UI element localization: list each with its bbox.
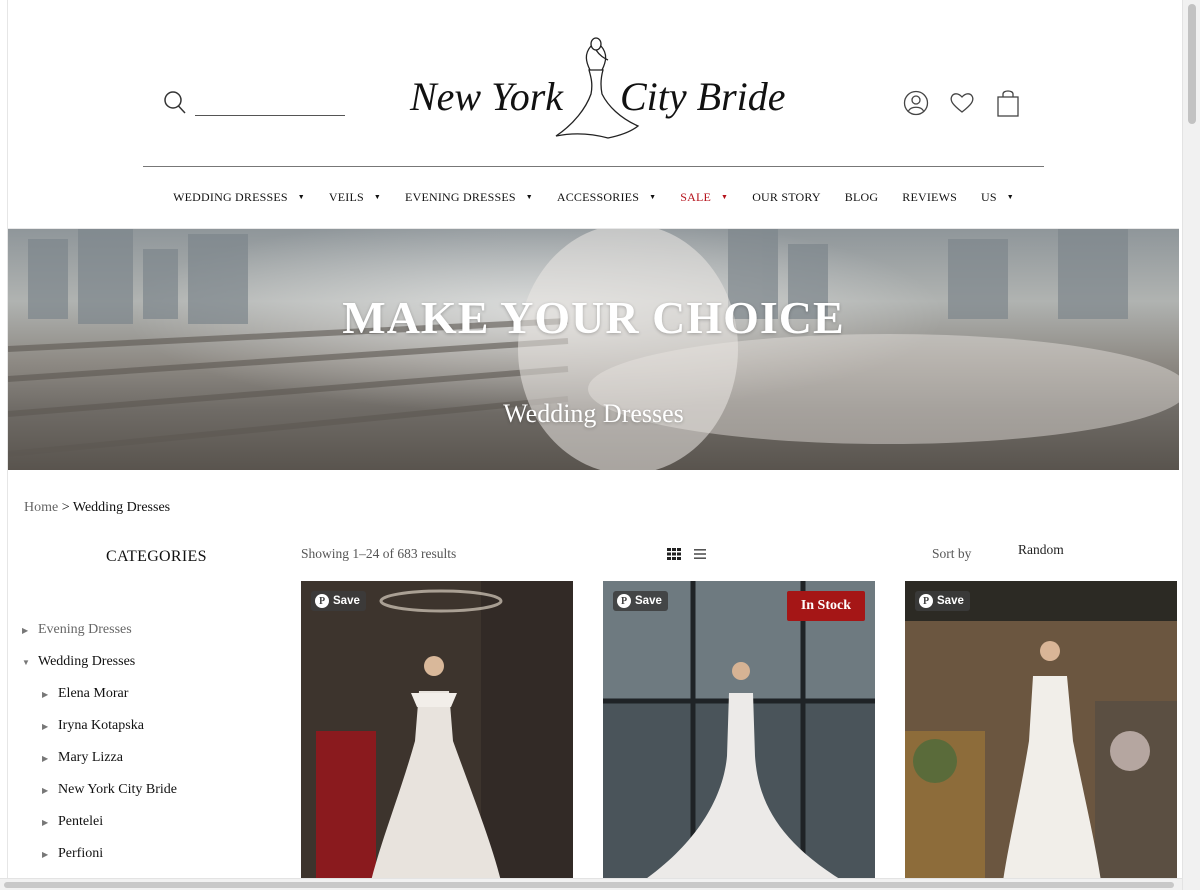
pinterest-save-button[interactable]: P Save (915, 591, 970, 611)
search-bar (163, 88, 345, 116)
caret-down-icon: ▼ (721, 193, 729, 201)
breadcrumb-home-link[interactable]: Home (24, 500, 58, 515)
nav-blog[interactable]: BLOG (833, 188, 890, 206)
caret-right-icon[interactable]: ▶ (42, 690, 52, 699)
page: New York City Bride WEDDING DRESSES ▼ VE… (7, 0, 1179, 890)
svg-text:New York: New York (409, 74, 564, 119)
nav-accessories[interactable]: ACCESSORIES ▼ (545, 188, 668, 206)
breadcrumb-current: Wedding Dresses (72, 500, 171, 515)
wishlist-heart-icon[interactable] (949, 88, 975, 118)
nav-our-story[interactable]: OUR STORY (740, 188, 833, 206)
search-input[interactable] (195, 94, 345, 116)
pinterest-icon: P (315, 594, 329, 608)
caret-down-icon[interactable]: ▼ (22, 658, 32, 667)
category-iryna-kotapska[interactable]: ▶ Iryna Kotapska (22, 710, 272, 742)
horizontal-scrollbar[interactable] (0, 878, 1182, 890)
caret-down-icon: ▼ (525, 193, 533, 201)
caret-right-icon[interactable]: ▶ (42, 722, 52, 731)
product-image (301, 581, 573, 881)
hero-background-image (8, 229, 1179, 470)
scrollbar-thumb[interactable] (1188, 4, 1196, 124)
category-wedding-dresses[interactable]: ▼ Wedding Dresses (22, 646, 272, 678)
pinterest-icon: P (919, 594, 933, 608)
category-perfioni[interactable]: ▶ Perfioni (22, 838, 272, 870)
nav-evening-dresses[interactable]: EVENING DRESSES ▼ (393, 188, 545, 206)
product-card[interactable]: P Save (301, 581, 573, 881)
category-list: ▶ Evening Dresses ▼ Wedding Dresses ▶ Elena… (22, 614, 272, 870)
nav-wedding-dresses[interactable]: WEDDING DRESSES ▼ (161, 188, 317, 206)
category-mary-lizza[interactable]: ▶ Mary Lizza (22, 742, 272, 774)
category-evening-dresses[interactable]: ▶ Evening Dresses (22, 614, 272, 646)
search-icon[interactable] (163, 88, 187, 116)
vertical-scrollbar[interactable] (1182, 0, 1200, 890)
caret-right-icon[interactable]: ▶ (42, 786, 52, 795)
sort-label: Sort by (932, 546, 972, 561)
breadcrumb-separator: > (58, 500, 73, 515)
caret-down-icon: ▼ (649, 193, 657, 201)
breadcrumb: Home > Wedding Dresses (24, 500, 170, 516)
categories-title: CATEGORIES (106, 548, 207, 565)
nav-veils[interactable]: VEILS ▼ (317, 188, 393, 206)
nav-us[interactable]: US ▼ (969, 188, 1026, 206)
caret-right-icon[interactable]: ▶ (42, 818, 52, 827)
caret-right-icon[interactable]: ▶ (42, 754, 52, 763)
caret-right-icon[interactable]: ▶ (22, 626, 32, 635)
shopping-bag-icon[interactable] (995, 88, 1021, 118)
hero-subtitle: Wedding Dresses (503, 399, 684, 428)
scrollbar-thumb[interactable] (4, 882, 1174, 888)
caret-down-icon: ▼ (297, 193, 305, 201)
hero-banner: MAKE YOUR CHOICE Wedding Dresses (8, 229, 1179, 470)
product-card[interactable]: P Save In Stock (603, 581, 875, 881)
category-elena-morar[interactable]: ▶ Elena Morar (22, 678, 272, 710)
in-stock-badge: In Stock (786, 591, 865, 621)
caret-down-icon: ▼ (1006, 193, 1014, 201)
result-count: Showing 1–24 of 683 results (301, 546, 457, 561)
caret-down-icon: ▼ (373, 193, 382, 201)
site-header: New York City Bride WEDDING DRESSES ▼ VE… (8, 0, 1179, 229)
sort-select[interactable]: Random (1018, 542, 1064, 558)
header-icons (903, 88, 1021, 118)
header-divider (143, 166, 1044, 167)
pinterest-icon: P (617, 594, 631, 608)
pinterest-save-button[interactable]: P Save (613, 591, 668, 611)
nav-sale[interactable]: SALE ▼ (668, 188, 740, 206)
nav-reviews[interactable]: REVIEWS (890, 188, 969, 206)
account-icon[interactable] (903, 88, 929, 118)
site-logo[interactable]: New York City Bride (398, 32, 793, 142)
product-image (603, 581, 875, 881)
product-card[interactable]: P Save (905, 581, 1177, 881)
category-pentelei[interactable]: ▶ Pentelei (22, 806, 272, 838)
grid-view-icon[interactable] (666, 546, 682, 562)
list-view-icon[interactable] (692, 546, 708, 562)
category-new-york-city-bride[interactable]: ▶ New York City Bride (22, 774, 272, 806)
product-image (905, 581, 1177, 881)
main-nav: WEDDING DRESSES ▼ VEILS ▼ EVENING DRESSES ▼… (8, 188, 1179, 206)
hero-title: MAKE YOUR CHOICE (342, 292, 845, 343)
pinterest-save-button[interactable]: P Save (311, 591, 366, 611)
caret-right-icon[interactable]: ▶ (42, 850, 52, 859)
svg-text:City Bride: City Bride (620, 74, 786, 119)
